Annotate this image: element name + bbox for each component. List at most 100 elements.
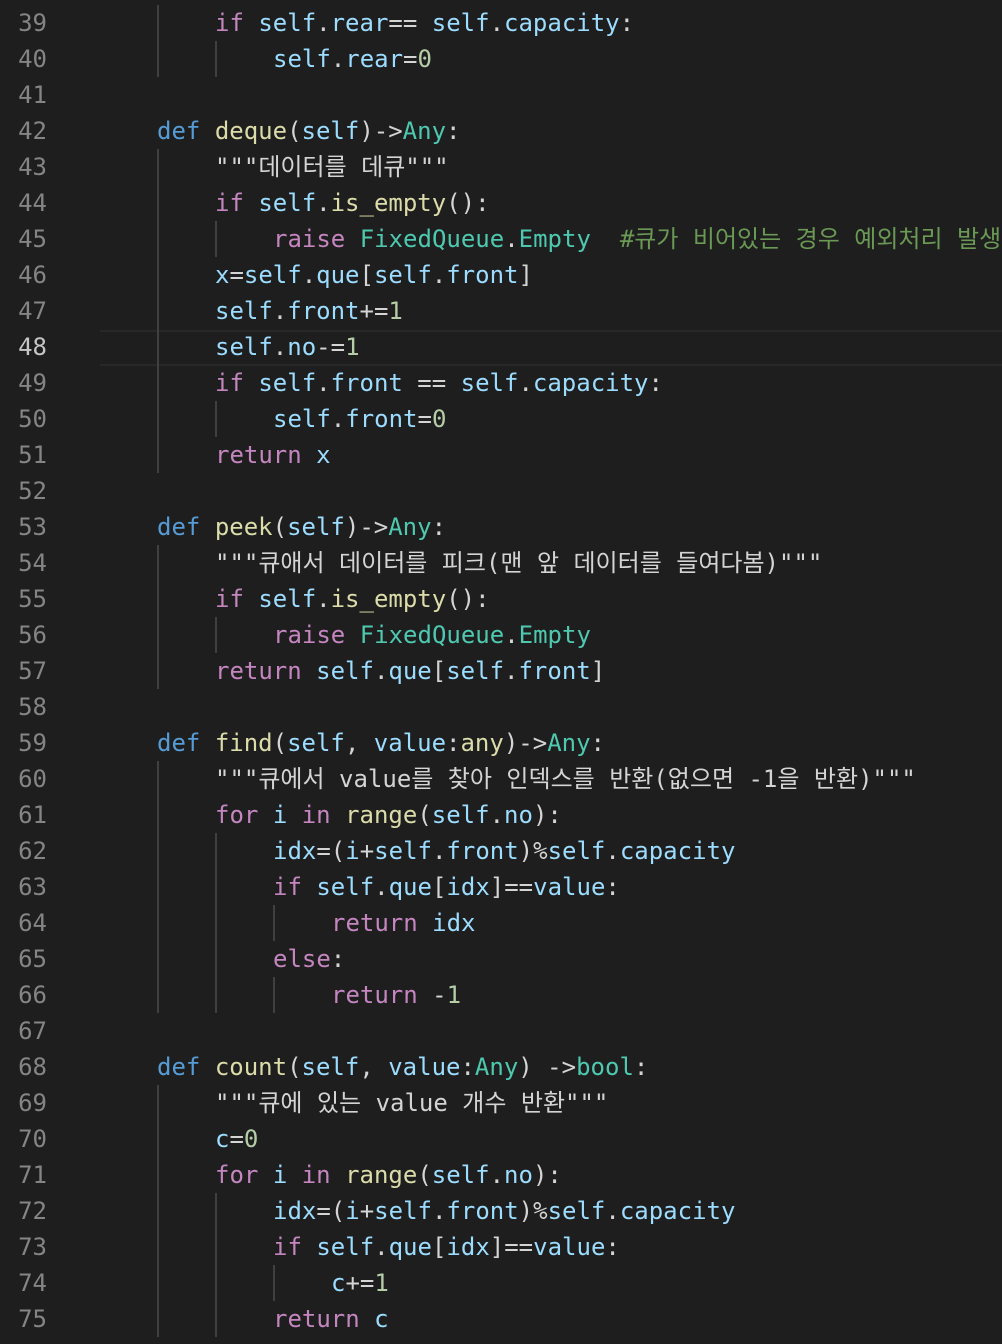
code-line[interactable]: if self.que[idx]==value: bbox=[100, 1229, 1002, 1265]
code-line[interactable]: else: bbox=[100, 941, 1002, 977]
code-token: -> bbox=[359, 513, 389, 541]
code-line[interactable]: def deque(self)->Any: bbox=[100, 113, 1002, 149]
code-token: : bbox=[605, 1233, 620, 1261]
code-line[interactable]: """큐에서 value를 찾아 인덱스를 반환(없으면 -1을 반환)""" bbox=[100, 761, 1002, 797]
code-token: self bbox=[374, 1197, 432, 1225]
code-line[interactable]: return idx bbox=[100, 905, 1002, 941]
code-line[interactable]: self.rear=0 bbox=[100, 41, 1002, 77]
code-token: raise bbox=[273, 621, 346, 649]
code-line[interactable]: """데이터를 데큐""" bbox=[100, 149, 1002, 185]
code-line[interactable]: self.front+=1 bbox=[100, 293, 1002, 329]
code-token: += bbox=[345, 1269, 375, 1297]
code-token: )% bbox=[518, 1197, 548, 1225]
code-token: . bbox=[489, 1161, 505, 1189]
code-line[interactable]: raise FixedQueue.Empty bbox=[100, 617, 1002, 653]
code-line[interactable]: if self.rear== self.capacity: bbox=[100, 5, 1002, 41]
code-token: , bbox=[359, 1053, 389, 1081]
code-token: - bbox=[417, 981, 447, 1009]
indent-guide bbox=[273, 905, 275, 941]
code-area[interactable]: if self.rear== self.capacity: self.rear=0… bbox=[100, 0, 1002, 1344]
code-line[interactable]: if self.que[idx]==value: bbox=[100, 869, 1002, 905]
code-token: -> bbox=[518, 729, 548, 757]
code-token: , bbox=[344, 729, 374, 757]
code-line[interactable]: if self.is_empty(): bbox=[100, 581, 1002, 617]
code-token: que bbox=[388, 657, 432, 685]
code-line[interactable] bbox=[100, 1013, 1002, 1049]
code-token: range bbox=[345, 1161, 418, 1189]
code-line[interactable]: """큐에 있는 value 개수 반환""" bbox=[100, 1085, 1002, 1121]
code-line[interactable]: idx=(i+self.front)%self.capacity bbox=[100, 1193, 1002, 1229]
code-token: self bbox=[316, 873, 375, 901]
code-token: #큐가 비어있는 경우 예외처리 발생 bbox=[619, 225, 1002, 253]
code-line[interactable]: def find(self, value:any)->Any: bbox=[100, 725, 1002, 761]
code-line[interactable]: return x bbox=[100, 437, 1002, 473]
code-line[interactable]: self.no-=1 bbox=[100, 329, 1002, 365]
code-line[interactable]: if self.is_empty(): bbox=[100, 185, 1002, 221]
code-token: self bbox=[374, 837, 432, 865]
code-token: ( bbox=[272, 513, 288, 541]
code-token: no bbox=[504, 1161, 533, 1189]
code-token: . bbox=[504, 225, 519, 253]
code-line[interactable]: self.front=0 bbox=[100, 401, 1002, 437]
code-token: ] bbox=[518, 261, 533, 289]
line-number-gutter: 39 40 41 42 43 44 45 46 47 48 49 50 51 52 53 54 55 56 57 58… bbox=[0, 0, 100, 1344]
code-line[interactable]: return self.que[self.front] bbox=[100, 653, 1002, 689]
code-token: : bbox=[648, 369, 663, 397]
code-token: in bbox=[301, 1161, 331, 1189]
code-token: = bbox=[417, 405, 432, 433]
line-number: 68 bbox=[18, 1053, 47, 1081]
code-line[interactable]: def count(self, value:Any) ->bool: bbox=[100, 1049, 1002, 1085]
code-line[interactable]: raise FixedQueue.Empty #큐가 비어있는 경우 예외처리 … bbox=[100, 221, 1002, 257]
code-line[interactable]: c=0 bbox=[100, 1121, 1002, 1157]
code-line[interactable]: x=self.que[self.front] bbox=[100, 257, 1002, 293]
code-token: ( bbox=[417, 801, 432, 829]
code-line[interactable]: c+=1 bbox=[100, 1265, 1002, 1301]
code-token: if bbox=[215, 189, 244, 217]
code-token: 1 bbox=[446, 981, 462, 1009]
code-token: bool bbox=[576, 1053, 634, 1081]
code-token: deque bbox=[214, 117, 288, 145]
code-line[interactable]: for i in range(self.no): bbox=[100, 1157, 1002, 1193]
code-line[interactable]: for i in range(self.no): bbox=[100, 797, 1002, 833]
code-token: def bbox=[157, 729, 201, 757]
code-line[interactable]: def peek(self)->Any: bbox=[100, 509, 1002, 545]
indent-guide bbox=[215, 833, 217, 1013]
code-line[interactable]: """큐애서 데이터를 피크(맨 앞 데이터를 들여다봄)""" bbox=[100, 545, 1002, 581]
line-number: 71 bbox=[18, 1161, 47, 1189]
code-line[interactable] bbox=[100, 689, 1002, 725]
line-number: 55 bbox=[18, 585, 47, 613]
code-token: self bbox=[258, 369, 317, 397]
code-line[interactable]: if self.front == self.capacity: bbox=[100, 365, 1002, 401]
code-token: . bbox=[272, 333, 288, 361]
code-token: ( bbox=[287, 1053, 302, 1081]
line-number: 74 bbox=[18, 1269, 47, 1297]
line-number: 45 bbox=[18, 225, 47, 253]
code-token: if bbox=[273, 873, 302, 901]
code-token: ] bbox=[590, 657, 606, 685]
code-token: self bbox=[431, 1161, 490, 1189]
code-line[interactable] bbox=[100, 77, 1002, 113]
code-token: return bbox=[215, 441, 302, 469]
code-token: [ bbox=[359, 261, 374, 289]
line-number: 44 bbox=[18, 189, 47, 217]
code-token: =( bbox=[316, 1197, 346, 1225]
code-token: def bbox=[157, 513, 201, 541]
code-token: == bbox=[388, 9, 432, 37]
code-line[interactable] bbox=[100, 473, 1002, 509]
code-token: """큐에서 value를 찾아 인덱스를 반환(없으면 -1을 반환)""" bbox=[215, 765, 916, 793]
code-token: 1 bbox=[345, 333, 360, 361]
code-token: capacity bbox=[619, 837, 736, 865]
code-editor[interactable]: 39 40 41 42 43 44 45 46 47 48 49 50 51 52 53 54 55 56 57 58… bbox=[0, 0, 1002, 1344]
code-line[interactable]: return c bbox=[100, 1301, 1002, 1337]
code-line[interactable]: return -1 bbox=[100, 977, 1002, 1013]
code-line[interactable]: idx=(i+self.front)%self.capacity bbox=[100, 833, 1002, 869]
code-token: self bbox=[431, 801, 490, 829]
code-token: return bbox=[331, 981, 418, 1009]
